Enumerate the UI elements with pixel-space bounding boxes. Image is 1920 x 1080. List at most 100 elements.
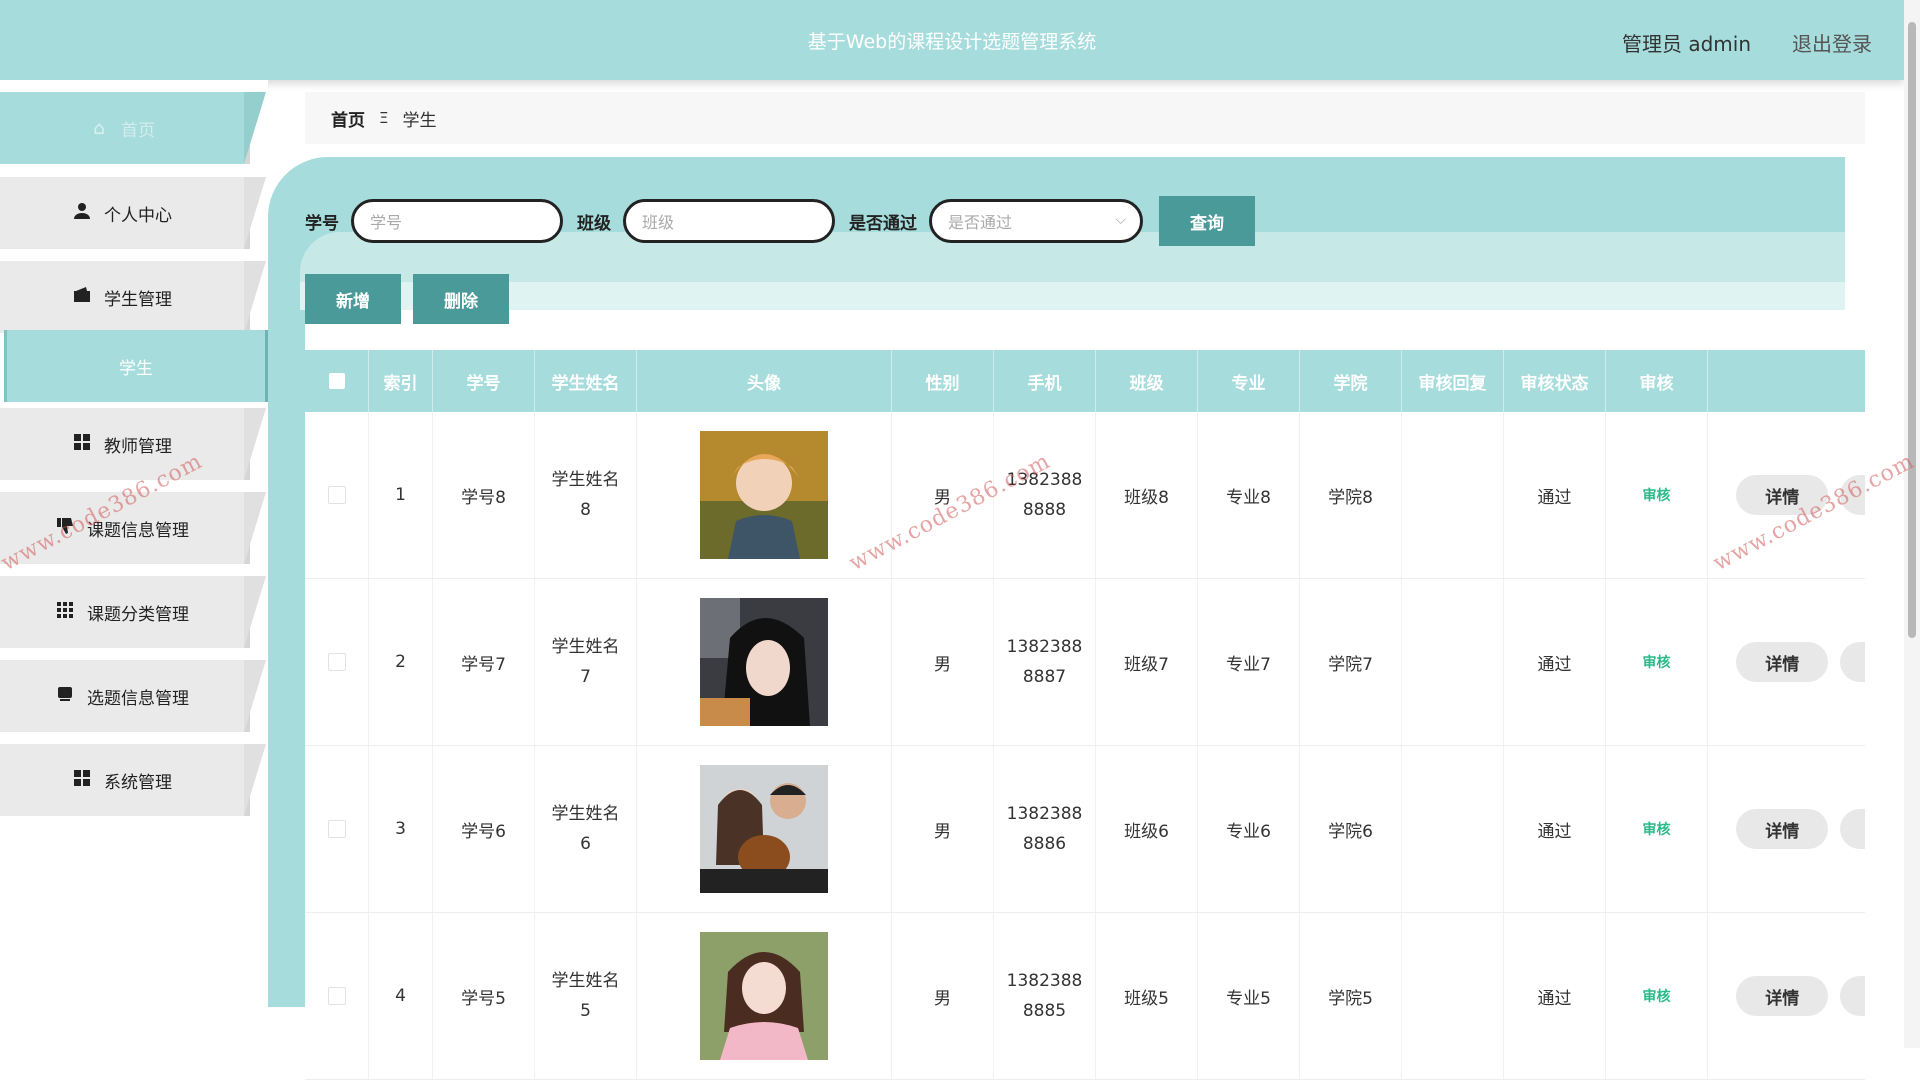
detail-button[interactable]: 详情 [1736, 809, 1829, 849]
sidebar-item-label: 选题信息管理 [87, 688, 189, 709]
audit-link[interactable]: 审核 [1643, 986, 1671, 1006]
cell-audit-reply [1402, 913, 1504, 1079]
cell-name: 学生姓名 6 [535, 746, 637, 912]
breadcrumb-separator: Ξ [379, 109, 389, 127]
cell-name: 学生姓名 7 [535, 579, 637, 745]
more-button[interactable] [1840, 475, 1865, 515]
avatar [700, 765, 828, 893]
column-header: 审核回复 [1402, 350, 1504, 412]
cell-class: 班级7 [1096, 579, 1198, 745]
pass-select[interactable]: 是否通过 ⌵ [929, 199, 1143, 243]
sidebar-item-label: 学生管理 [104, 289, 172, 310]
cell-college: 学院7 [1300, 579, 1402, 745]
sidebar-item-label: 系统管理 [104, 772, 172, 793]
cell-class: 班级8 [1096, 412, 1198, 578]
cell-index: 4 [369, 913, 433, 1079]
user-icon [72, 202, 92, 225]
table-header: 索引 学号 学生姓名 头像 性别 手机 班级 专业 学院 审核回复 审核状态 审… [305, 350, 1865, 412]
avatar [700, 932, 828, 1060]
column-header: 班级 [1096, 350, 1198, 412]
sidebar-item-label: 课题分类管理 [87, 604, 189, 625]
sidebar-item-profile[interactable]: 个人中心 [0, 177, 266, 249]
sidebar: ⌂ 首页 个人中心 学生管理 学生 教师管理 课题信息管理 课题分类管理 选题信… [0, 80, 268, 1048]
column-header: 手机 [994, 350, 1096, 412]
audit-link[interactable]: 审核 [1643, 485, 1671, 505]
table-row: 2 学号7 学生姓名 7 男 1382388 8887 班级7 专业7 学院7 通过… [305, 579, 1865, 746]
more-button[interactable] [1840, 642, 1865, 682]
name-line-2: 6 [580, 834, 591, 854]
add-button[interactable]: 新增 [305, 274, 401, 324]
row-checkbox[interactable] [327, 653, 346, 671]
row-select-cell [305, 579, 369, 745]
row-select-cell [305, 746, 369, 912]
breadcrumb-home[interactable]: 首页 [331, 106, 365, 131]
delete-button[interactable]: 删除 [413, 274, 509, 324]
row-select-cell [305, 412, 369, 578]
row-checkbox[interactable] [327, 486, 346, 504]
app-title: 基于Web的课程设计选题管理系统 [807, 31, 1097, 53]
more-button[interactable] [1840, 976, 1865, 1016]
cell-index: 1 [369, 412, 433, 578]
sidebar-item-label: 学生 [119, 358, 153, 379]
phone-line-1: 1382388 [1006, 804, 1083, 824]
sidebar-item-label: 个人中心 [104, 205, 172, 226]
audit-link[interactable]: 审核 [1643, 819, 1671, 839]
cell-audit-status: 通过 [1504, 579, 1606, 745]
class-input[interactable]: 班级 [623, 199, 835, 243]
logout-link[interactable]: 退出登录 [1792, 28, 1872, 57]
page-scrollbar[interactable] [1904, 0, 1920, 1048]
cell-gender: 男 [892, 412, 994, 578]
sidebar-item-topic-category[interactable]: 课题分类管理 [0, 576, 266, 648]
sidebar-item-home[interactable]: ⌂ 首页 [0, 92, 266, 164]
more-button[interactable] [1840, 809, 1865, 849]
select-all-checkbox[interactable] [328, 373, 345, 389]
sidebar-item-teacher-manage[interactable]: 教师管理 [0, 408, 266, 480]
name-line-2: 5 [580, 1001, 591, 1021]
cell-class: 班级5 [1096, 913, 1198, 1079]
column-header: 学生姓名 [535, 350, 637, 412]
sidebar-item-label: 教师管理 [104, 436, 172, 457]
sidebar-item-student-manage[interactable]: 学生管理 [0, 261, 266, 333]
thumbs-down-icon [55, 517, 75, 539]
cell-actions: 详情 [1708, 913, 1865, 1079]
student-id-placeholder: 学号 [370, 213, 403, 232]
student-id-input[interactable]: 学号 [351, 199, 563, 243]
apps-icon [55, 601, 75, 623]
name-line-1: 学生姓名 [551, 637, 620, 657]
content-decor-inner-light [300, 282, 1845, 310]
class-label: 班级 [577, 213, 611, 234]
cell-audit-status: 通过 [1504, 746, 1606, 912]
column-header: 学号 [433, 350, 535, 412]
column-header: 审核 [1606, 350, 1708, 412]
cell-college: 学院5 [1300, 913, 1402, 1079]
sidebar-item-label: 课题信息管理 [87, 520, 189, 541]
phone-line-1: 1382388 [1006, 470, 1083, 490]
cell-name: 学生姓名 8 [535, 412, 637, 578]
row-checkbox[interactable] [327, 820, 346, 838]
name-line-1: 学生姓名 [551, 971, 620, 991]
audit-link[interactable]: 审核 [1643, 652, 1671, 672]
table-row: 3 学号6 学生姓名 6 男 1382388 8886 班级6 专业6 学院6 通过… [305, 746, 1865, 913]
sidebar-item-topic-info[interactable]: 课题信息管理 [0, 492, 266, 564]
sidebar-item-system[interactable]: 系统管理 [0, 744, 266, 816]
row-checkbox[interactable] [327, 987, 346, 1005]
detail-button[interactable]: 详情 [1736, 475, 1829, 515]
name-line-2: 8 [580, 500, 591, 520]
cell-phone: 1382388 8886 [994, 746, 1096, 912]
cell-index: 3 [369, 746, 433, 912]
scrollbar-thumb[interactable] [1908, 22, 1916, 638]
cell-student-id: 学号8 [433, 412, 535, 578]
breadcrumb: 首页 Ξ 学生 [305, 92, 1865, 144]
name-line-2: 7 [580, 667, 591, 687]
sidebar-item-selection-info[interactable]: 选题信息管理 [0, 660, 266, 732]
detail-button[interactable]: 详情 [1736, 642, 1829, 682]
inbox-icon [55, 686, 75, 707]
query-button[interactable]: 查询 [1159, 196, 1255, 246]
detail-button[interactable]: 详情 [1736, 976, 1829, 1016]
cell-audit: 审核 [1606, 579, 1708, 745]
sidebar-item-student[interactable]: 学生 [4, 330, 265, 402]
column-header: 审核状态 [1504, 350, 1606, 412]
cell-gender: 男 [892, 913, 994, 1079]
column-header: 学院 [1300, 350, 1402, 412]
phone-line-2: 8885 [1022, 1001, 1067, 1021]
